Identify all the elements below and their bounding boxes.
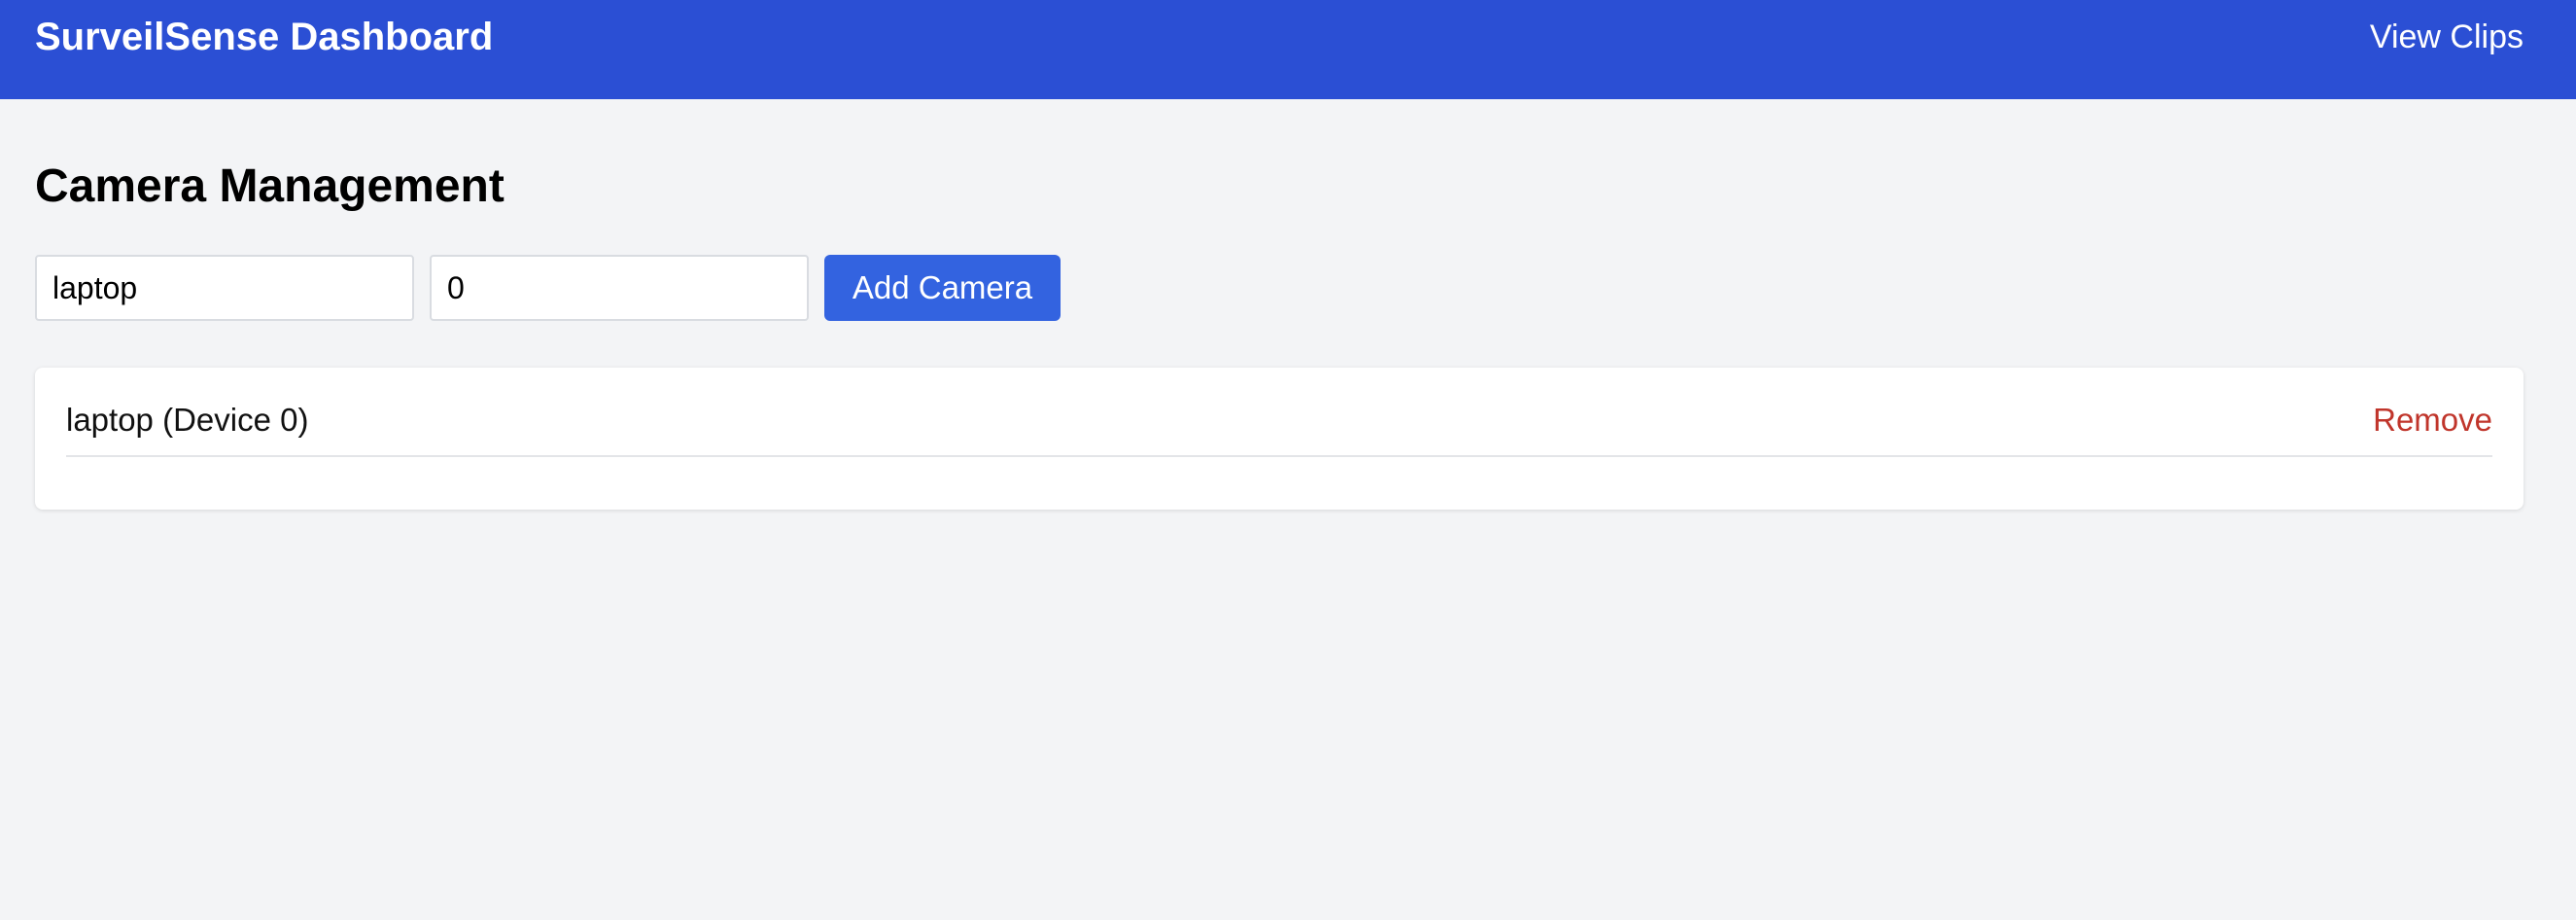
remove-camera-button[interactable]: Remove (2373, 401, 2492, 440)
add-camera-button[interactable]: Add Camera (824, 255, 1061, 321)
camera-list-item: laptop (Device 0) Remove (66, 401, 2492, 457)
app-title: SurveilSense Dashboard (35, 16, 494, 58)
camera-label: laptop (Device 0) (66, 402, 309, 438)
camera-name-input[interactable] (35, 255, 414, 321)
camera-list-card: laptop (Device 0) Remove (35, 368, 2524, 510)
top-navbar: SurveilSense Dashboard View Clips (0, 0, 2576, 99)
view-clips-link[interactable]: View Clips (2370, 18, 2524, 55)
device-index-input[interactable] (430, 255, 809, 321)
page-title: Camera Management (35, 160, 505, 212)
